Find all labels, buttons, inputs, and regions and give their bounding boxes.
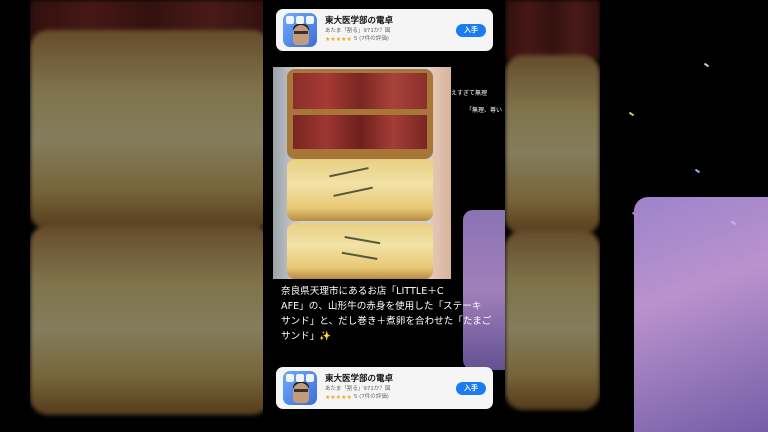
post-caption: 奈良県天理市にあるお店「LITTLE＋C AFE」の、山形牛の赤身を使用した「ス…	[281, 284, 495, 344]
ad-rating: ★★★★★ 5 (7件の評価)	[325, 395, 456, 401]
caption-line: サンド」✨	[281, 331, 332, 342]
ad-rating: ★★★★★ 5 (7件の評価)	[325, 37, 456, 43]
overlay-comment-2: 「無理、尊い	[466, 107, 503, 114]
caption-line: 奈良県天理市にあるお店「LITTLE＋C	[281, 286, 444, 297]
ad-subtitle: あたま「割る」971か？図	[325, 27, 391, 34]
ad-rating-text: 5 (7件の評価)	[353, 394, 389, 401]
get-button[interactable]: 入手	[456, 23, 486, 37]
ad-app-title: 東大医学部の電卓	[325, 374, 394, 384]
get-button[interactable]: 入手	[456, 381, 486, 395]
star-icon: ★★★★★	[325, 394, 352, 401]
overlay-comment-1: えすぎて無理	[451, 90, 488, 97]
caption-line: AFE」の、山形牛の赤身を使用した「ステーキ	[281, 301, 482, 312]
confetti	[694, 168, 701, 174]
background-gradient-card	[634, 197, 768, 432]
star-icon: ★★★★★	[325, 36, 352, 43]
calculator-doctor-icon	[283, 13, 317, 47]
confetti	[628, 111, 635, 117]
sandwich-photo	[273, 67, 451, 279]
ad-app-title: 東大医学部の電卓	[325, 16, 394, 26]
ad-subtitle: あたま「割る」971か？図	[325, 385, 391, 392]
ad-rating-text: 5 (7件の評価)	[353, 36, 389, 43]
background-blur-left	[30, 0, 270, 432]
background-blur-right	[505, 0, 600, 432]
calculator-doctor-icon	[283, 371, 317, 405]
confetti	[703, 62, 710, 68]
app-ad-banner-top[interactable]: 東大医学部の電卓 あたま「割る」971か？図 ★★★★★ 5 (7件の評価) 入…	[276, 9, 493, 51]
caption-line: サンド」と、だし巻き＋煮卵を合わせた「たまご	[281, 316, 492, 327]
app-ad-banner-bottom[interactable]: 東大医学部の電卓 あたま「割る」971か？図 ★★★★★ 5 (7件の評価) 入…	[276, 367, 493, 409]
